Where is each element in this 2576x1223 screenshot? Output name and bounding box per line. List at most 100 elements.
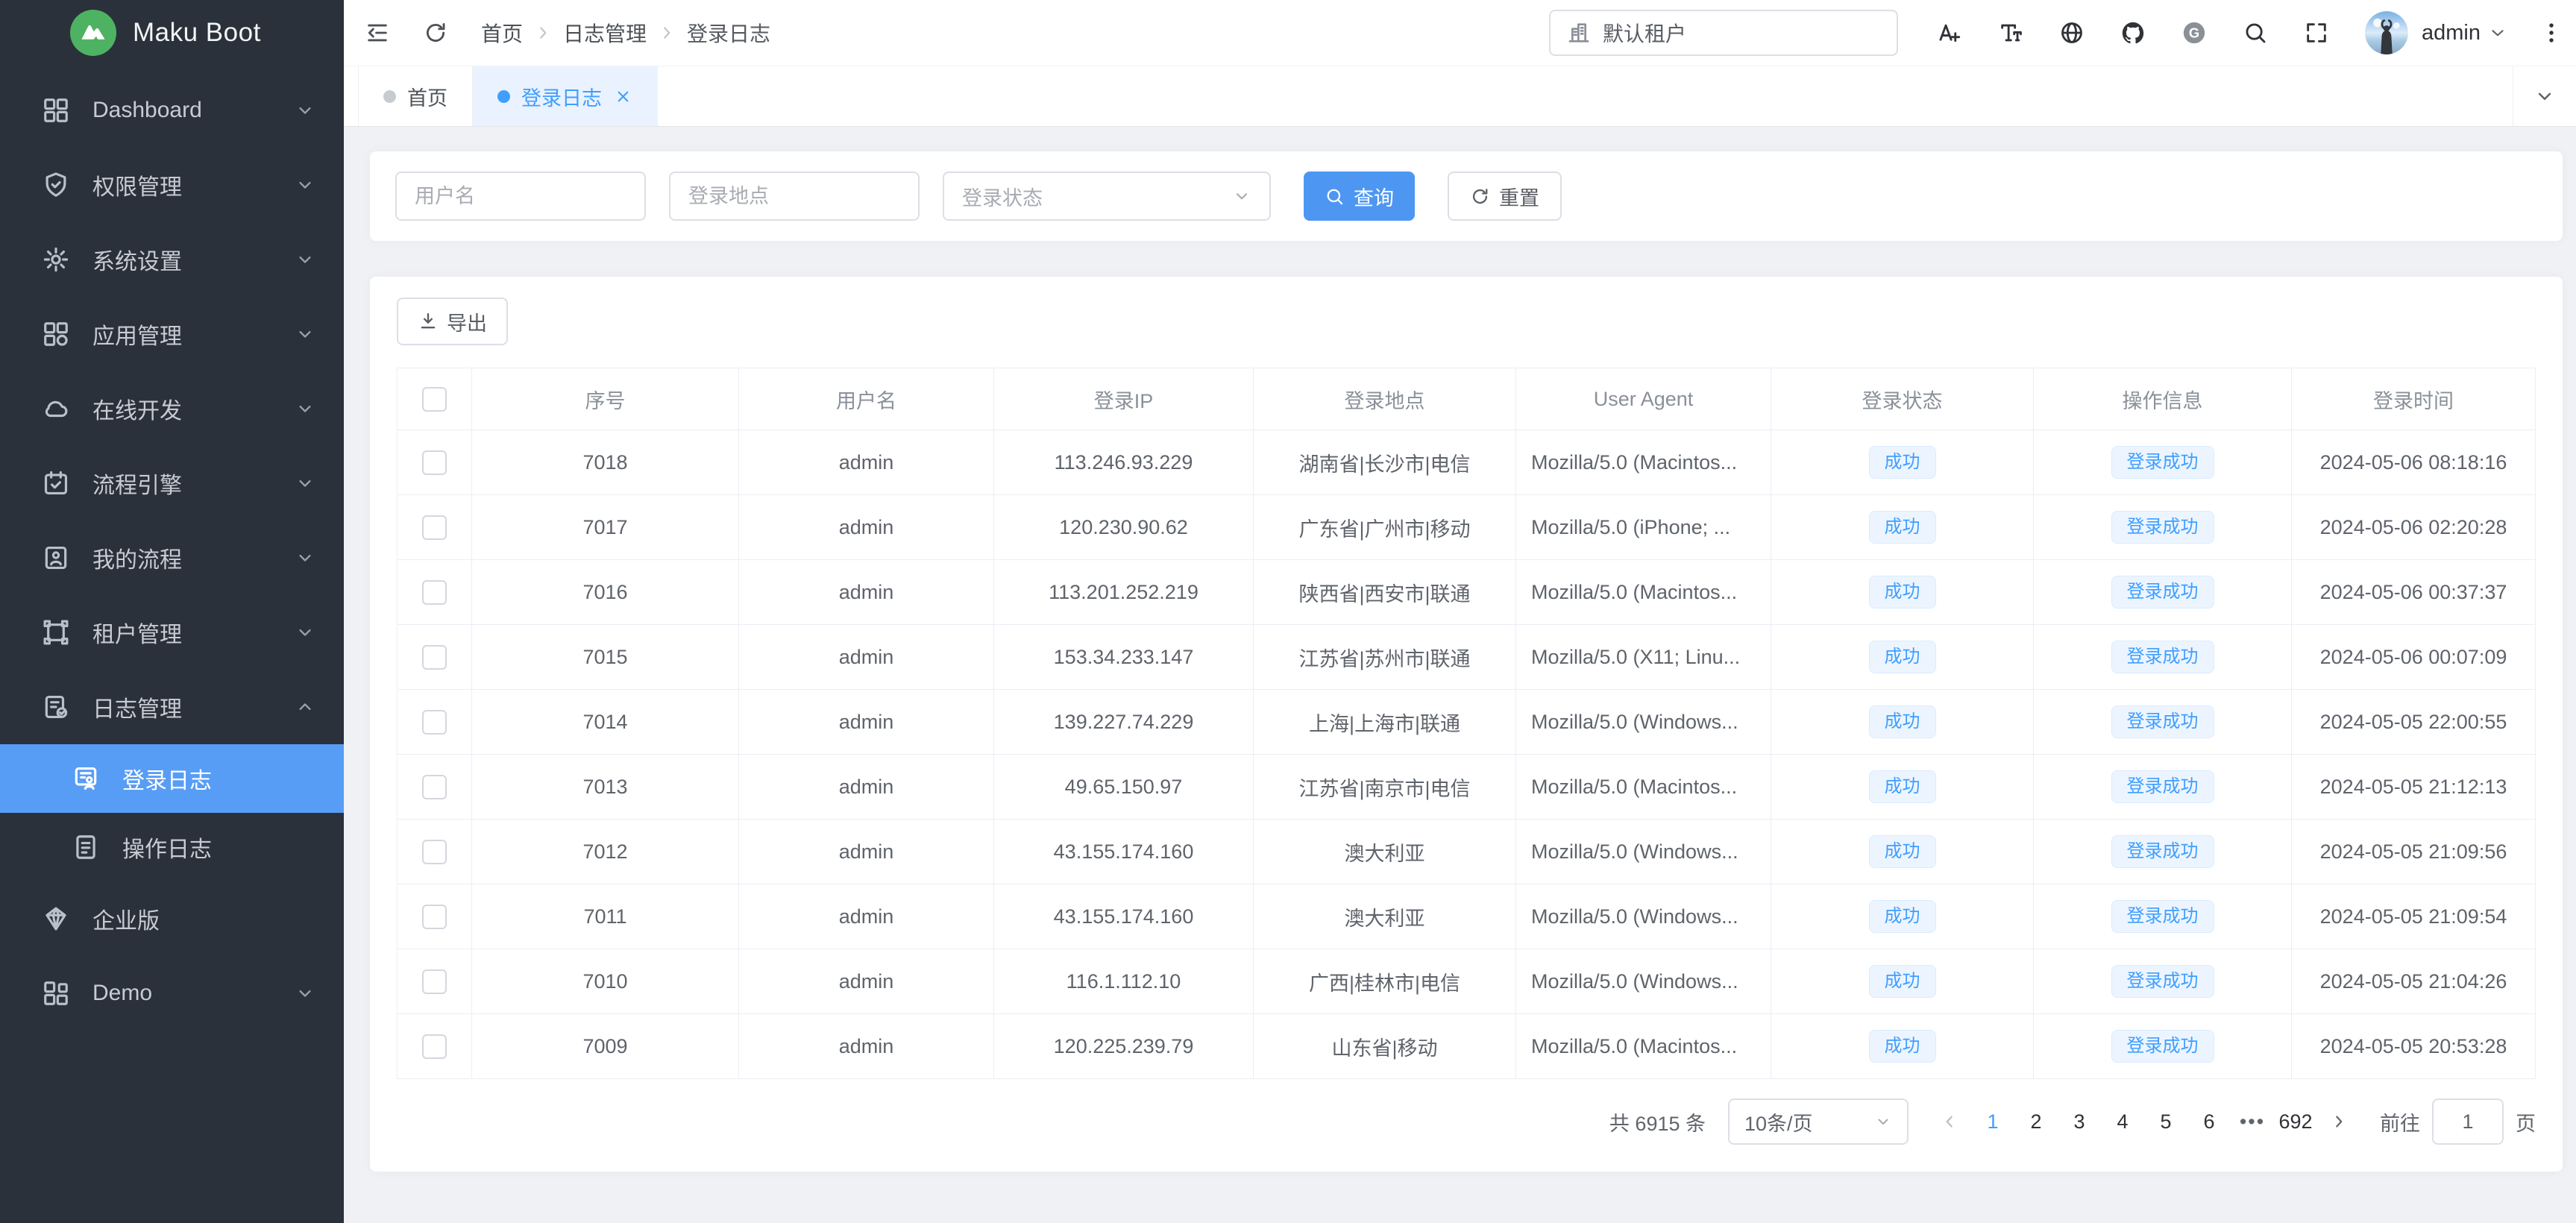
page-number-1[interactable]: 1 xyxy=(1971,1098,2014,1145)
page-number-3[interactable]: 3 xyxy=(2058,1098,2101,1145)
fullscreen-icon[interactable] xyxy=(2304,20,2329,45)
table-card: 导出 序号用户名登录IP登录地点User Agent登录状态操作信息登录时间 7… xyxy=(370,277,2563,1172)
enterprise-icon xyxy=(42,905,70,933)
row-checkbox[interactable] xyxy=(422,450,447,475)
cell-user-agent: Mozilla/5.0 (iPhone; ... xyxy=(1516,495,1771,560)
sidebar-item-op-log[interactable]: 操作日志 xyxy=(0,813,344,881)
cell-login-location: 广东省|广州市|移动 xyxy=(1254,495,1516,560)
query-button[interactable]: 查询 xyxy=(1304,172,1415,221)
cell-login-time: 2024-05-05 21:09:54 xyxy=(2292,884,2536,949)
sidebar-item-label: 应用管理 xyxy=(92,318,295,350)
sidebar-item-enterprise[interactable]: 企业版 xyxy=(0,881,344,956)
more-settings-icon[interactable] xyxy=(2539,20,2564,45)
pagination: 共 6915 条10条/页123456•••692前往页 xyxy=(397,1098,2536,1145)
operation-info-badge: 登录成功 xyxy=(2111,446,2214,479)
chev-down-icon xyxy=(2533,85,2556,107)
page-number-6[interactable]: 6 xyxy=(2187,1098,2231,1145)
tab-close-icon[interactable] xyxy=(614,87,632,106)
logo-mountain-icon xyxy=(70,10,116,56)
row-checkbox[interactable] xyxy=(422,580,447,605)
login-location-input[interactable] xyxy=(669,172,920,221)
tab-dot xyxy=(497,90,510,103)
chev-down-icon xyxy=(295,398,315,419)
collapse-sidebar-icon[interactable] xyxy=(365,20,390,45)
login-status-select[interactable]: 登录状态 xyxy=(943,172,1271,221)
tab-home[interactable]: 首页 xyxy=(358,66,472,126)
cell-username: admin xyxy=(739,1014,994,1079)
row-checkbox[interactable] xyxy=(422,969,447,994)
sidebar-item-permission[interactable]: 权限管理 xyxy=(0,148,344,222)
cell-login-ip: 120.230.90.62 xyxy=(994,495,1254,560)
user-caret-down-icon[interactable] xyxy=(2488,23,2507,43)
operation-info-badge: 登录成功 xyxy=(2111,1030,2214,1063)
select-all-checkbox[interactable] xyxy=(422,387,447,412)
export-button[interactable]: 导出 xyxy=(397,298,508,345)
page-number-2[interactable]: 2 xyxy=(2014,1098,2058,1145)
sidebar-item-online-dev[interactable]: 在线开发 xyxy=(0,371,344,446)
row-checkbox[interactable] xyxy=(422,905,447,929)
sidebar-item-my-flow[interactable]: 我的流程 xyxy=(0,521,344,595)
column-header: User Agent xyxy=(1516,368,1771,430)
row-checkbox[interactable] xyxy=(422,840,447,864)
globe-icon[interactable] xyxy=(2059,20,2085,45)
row-checkbox[interactable] xyxy=(422,645,447,670)
breadcrumb-item[interactable]: 日志管理 xyxy=(563,18,647,48)
row-checkbox[interactable] xyxy=(422,1034,447,1059)
goto-page-input[interactable] xyxy=(2432,1098,2504,1145)
user-name[interactable]: admin xyxy=(2422,21,2481,45)
gitee-icon[interactable]: G xyxy=(2181,20,2207,45)
sidebar-item-label: 权限管理 xyxy=(92,169,295,201)
operation-info-badge: 登录成功 xyxy=(2111,965,2214,998)
page-number-4[interactable]: 4 xyxy=(2101,1098,2144,1145)
my-flow-icon xyxy=(42,544,70,572)
sidebar-item-system[interactable]: 系统设置 xyxy=(0,222,344,297)
cell-user-agent: Mozilla/5.0 (Windows... xyxy=(1516,690,1771,755)
row-checkbox[interactable] xyxy=(422,775,447,799)
tabs-dropdown-button[interactable] xyxy=(2513,66,2576,126)
sidebar-item-dashboard[interactable]: Dashboard xyxy=(0,73,344,148)
tab-login-log[interactable]: 登录日志 xyxy=(472,66,658,126)
sidebar-item-log[interactable]: 日志管理 xyxy=(0,670,344,744)
building-icon xyxy=(1567,21,1591,45)
search-icon[interactable] xyxy=(2243,20,2268,45)
font-size-icon[interactable] xyxy=(1998,20,2023,45)
column-header: 登录时间 xyxy=(2292,368,2536,430)
operation-info-badge: 登录成功 xyxy=(2111,576,2214,609)
tenant-select[interactable]: 默认租户 xyxy=(1549,10,1898,56)
github-icon[interactable] xyxy=(2120,20,2146,45)
pagination-ellipsis[interactable]: ••• xyxy=(2231,1110,2274,1134)
app-root: Maku Boot Dashboard 权限管理系统设置应用管理在线开发流程引擎我… xyxy=(0,0,2576,1223)
page-content: 登录状态 查询 重置 导出 xyxy=(344,127,2576,1223)
next-page-button[interactable] xyxy=(2317,1098,2360,1145)
reset-button[interactable]: 重置 xyxy=(1448,172,1562,221)
breadcrumb-item[interactable]: 首页 xyxy=(481,18,523,48)
cell-login-location: 陕西省|西安市|联通 xyxy=(1254,560,1516,625)
avatar[interactable] xyxy=(2365,11,2408,54)
row-checkbox[interactable] xyxy=(422,710,447,735)
prev-page-button[interactable] xyxy=(1928,1098,1971,1145)
column-header: 登录地点 xyxy=(1254,368,1516,430)
sidebar-item-tenant[interactable]: 租户管理 xyxy=(0,595,344,670)
sidebar-item-login-log[interactable]: 登录日志 xyxy=(0,744,344,813)
refresh-icon[interactable] xyxy=(423,20,448,45)
page-size-select[interactable]: 10条/页 xyxy=(1728,1098,1909,1145)
cell-no: 7010 xyxy=(472,949,739,1014)
login-status-badge: 成功 xyxy=(1869,576,1936,609)
table-row: 7016admin113.201.252.219陕西省|西安市|联通Mozill… xyxy=(398,560,2536,625)
cell-login-location: 江苏省|南京市|电信 xyxy=(1254,755,1516,820)
app-logo[interactable]: Maku Boot xyxy=(0,0,344,66)
page-number-5[interactable]: 5 xyxy=(2144,1098,2187,1145)
login-log-table: 序号用户名登录IP登录地点User Agent登录状态操作信息登录时间 7018… xyxy=(397,368,2536,1079)
translate-icon[interactable] xyxy=(1937,20,1962,45)
sidebar-item-flow-engine[interactable]: 流程引擎 xyxy=(0,446,344,521)
sidebar-item-demo[interactable]: Demo xyxy=(0,956,344,1031)
cell-no: 7017 xyxy=(472,495,739,560)
dashboard-icon xyxy=(42,96,70,125)
sidebar-item-apps[interactable]: 应用管理 xyxy=(0,297,344,371)
cell-login-location: 上海|上海市|联通 xyxy=(1254,690,1516,755)
sidebar-item-label: 系统设置 xyxy=(92,243,295,276)
username-input[interactable] xyxy=(395,172,646,221)
row-checkbox[interactable] xyxy=(422,515,447,540)
column-header: 序号 xyxy=(472,368,739,430)
page-number-692[interactable]: 692 xyxy=(2274,1098,2317,1145)
